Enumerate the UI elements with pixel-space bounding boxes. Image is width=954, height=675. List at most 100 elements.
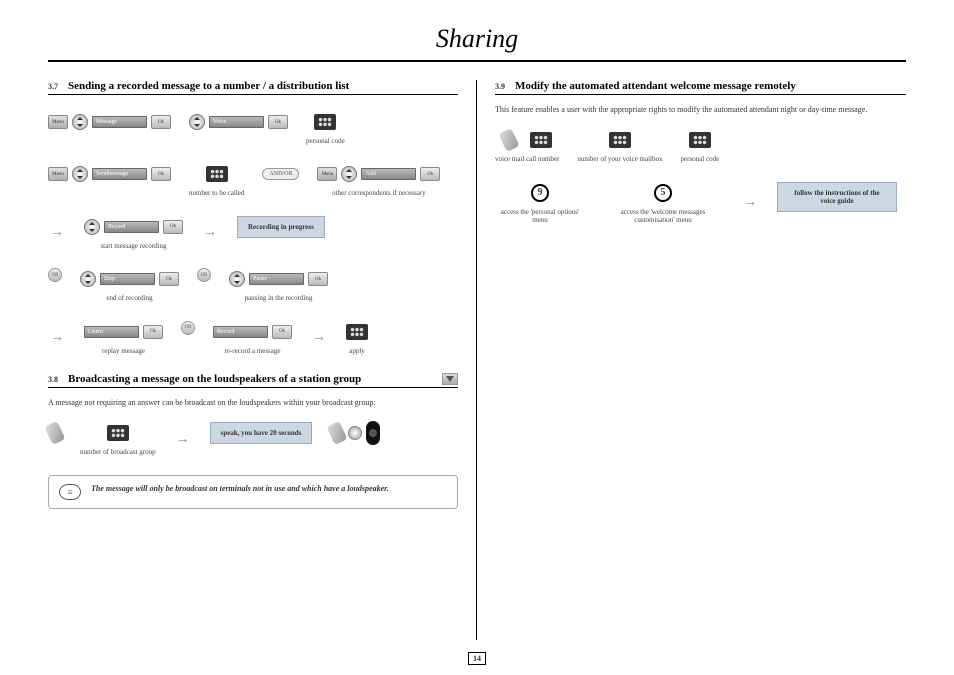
caption: re-record a message <box>225 347 281 355</box>
or-bullet-icon: OR <box>181 321 195 335</box>
step-personal-code: personal code <box>306 111 345 145</box>
keypad-icon <box>346 324 368 340</box>
step-pause: Pause Ok pausing in the recording <box>229 268 328 302</box>
section-3-7-head: 3.7 Sending a recorded message to a numb… <box>48 80 458 95</box>
step-menu: Menu Message Ok <box>48 111 171 133</box>
arrow-icon: → <box>201 225 219 241</box>
s37-row5: → Listen Ok replay message OR Record Ok … <box>48 321 458 355</box>
caption: start message recording <box>100 242 166 250</box>
caption: number to be called <box>189 189 244 197</box>
keypad-icon <box>107 425 129 441</box>
display-stop: Stop <box>100 273 155 285</box>
keypad-icon <box>530 132 552 148</box>
title-bar: Sharing <box>48 24 906 62</box>
caption: personal code <box>681 155 720 163</box>
caption: end of recording <box>106 294 152 302</box>
step-nine: 9 access the 'personal options' menu <box>495 182 585 225</box>
caption: apply <box>349 347 365 355</box>
right-column: 3.9 Modify the automated attendant welco… <box>477 80 906 640</box>
section-title: Modify the automated attendant welcome m… <box>515 80 906 92</box>
s39-row1: voice mail call number number of your vo… <box>495 129 906 163</box>
step-add: Menu Add Ok other correspondents if nece… <box>317 163 440 197</box>
speak-box: speak, you have 20 seconds <box>210 422 313 444</box>
display-record: Record <box>213 326 268 338</box>
step-num-broadcast: number of broadcast group <box>80 422 156 456</box>
display-listen: Listen <box>84 326 139 338</box>
section-intro: This feature enables a user with the app… <box>495 105 906 115</box>
step-hangup <box>330 422 380 444</box>
s37-row4: OR Stop Ok end of recording OR Pause Ok … <box>48 268 458 302</box>
nav-key-icon <box>72 166 88 182</box>
phone-icon <box>366 421 380 445</box>
digit-5-icon: 5 <box>654 184 672 202</box>
ok-button-icon: Ok <box>308 272 328 286</box>
step-number-called: number to be called <box>189 163 244 197</box>
note-text: The message will only be broadcast on te… <box>91 484 389 494</box>
s39-row2: 9 access the 'personal options' menu 5 a… <box>495 182 906 225</box>
step-voice: Voice Ok <box>189 111 288 133</box>
page-number: 14 <box>468 652 486 665</box>
section-3-9-head: 3.9 Modify the automated attendant welco… <box>495 80 906 95</box>
ok-button-icon: Ok <box>272 325 292 339</box>
or-bullet-icon: OR <box>197 268 211 282</box>
left-column: 3.7 Sending a recorded message to a numb… <box>48 80 477 640</box>
ok-button-icon: Ok <box>143 325 163 339</box>
caption: access the 'welcome messages customisati… <box>603 208 723 225</box>
caption: other correspondents if necessary <box>332 189 426 197</box>
step-stop: Stop Ok end of recording <box>80 268 179 302</box>
caption: pausing in the recording <box>245 294 313 302</box>
note-box: The message will only be broadcast on te… <box>48 475 458 509</box>
display-add: Add <box>361 168 416 180</box>
section-number: 3.8 <box>48 375 58 384</box>
section-3-8-head: 3.8 Broadcasting a message on the loudsp… <box>48 373 458 388</box>
two-column-layout: 3.7 Sending a recorded message to a numb… <box>48 80 906 640</box>
section-number: 3.7 <box>48 82 58 91</box>
section-title: Broadcasting a message on the loudspeake… <box>68 373 432 385</box>
nav-key-icon <box>189 114 205 130</box>
step-voicemail-call: voice mail call number <box>495 129 559 163</box>
s37-row3: → Record Ok start message recording → Re… <box>48 216 458 250</box>
display-sendmessage: Sendmessage <box>92 168 147 180</box>
handset-icon <box>499 128 520 152</box>
recording-progress-box: Recording in progress <box>237 216 325 238</box>
nav-key-icon <box>80 271 96 287</box>
ok-button-icon: Ok <box>268 115 288 129</box>
page-title: Sharing <box>48 24 906 54</box>
display-pause: Pause <box>249 273 304 285</box>
step-sendmessage: Menu Sendmessage Ok <box>48 163 171 185</box>
step-personal-code: personal code <box>681 129 720 163</box>
step-record: Record Ok start message recording <box>84 216 183 250</box>
arrow-icon: → <box>741 195 759 211</box>
and-or-icon: AND/OR <box>262 168 299 180</box>
s37-row1: Menu Message Ok Voice Ok personal code <box>48 111 458 145</box>
display-record: Record <box>104 221 159 233</box>
handset-icon <box>44 421 65 445</box>
arrow-icon: → <box>48 330 66 346</box>
s37-row2: Menu Sendmessage Ok number to be called … <box>48 163 458 197</box>
speech-bubble-icon <box>59 484 81 500</box>
arrow-icon: → <box>48 225 66 241</box>
digit-9-icon: 9 <box>531 184 549 202</box>
caption: access the 'personal options' menu <box>495 208 585 225</box>
ok-button-icon: Ok <box>151 115 171 129</box>
chevron-down-icon <box>442 373 458 385</box>
keypad-icon <box>206 166 228 182</box>
keypad-icon <box>314 114 336 130</box>
caption: voice mail call number <box>495 155 559 163</box>
or-bullet-icon: OR <box>48 268 62 282</box>
arrow-icon: → <box>174 432 192 448</box>
step-handset <box>48 422 62 444</box>
caption: number of broadcast group <box>80 448 156 456</box>
step-record2: Record Ok re-record a message <box>213 321 292 355</box>
section-intro: A message not requiring an answer can be… <box>48 398 458 408</box>
keypad-icon <box>689 132 711 148</box>
display-voice: Voice <box>209 116 264 128</box>
nav-key-icon <box>341 166 357 182</box>
menu-button-icon: Menu <box>48 115 68 129</box>
step-apply: apply <box>346 321 368 355</box>
menu-button-icon: Menu <box>48 167 68 181</box>
handset-icon <box>327 421 348 445</box>
arrow-icon: → <box>310 330 328 346</box>
s38-row1: number of broadcast group → speak, you h… <box>48 422 458 456</box>
section-title: Sending a recorded message to a number /… <box>68 80 458 92</box>
